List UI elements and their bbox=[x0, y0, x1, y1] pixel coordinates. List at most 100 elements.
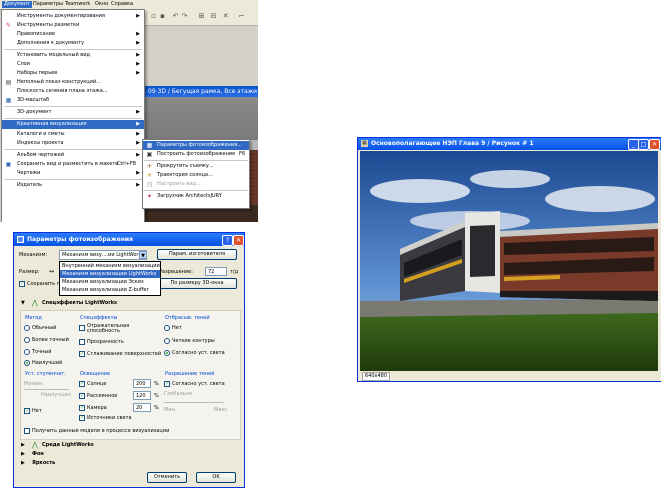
toolbar: ▫ ▪ ↶ ↷ ⊞ ⊟ ✕ ⌐ bbox=[142, 9, 258, 26]
submenu-item-sun-path[interactable]: ☀ Траектория солнца... bbox=[143, 171, 249, 180]
shadow-res-title: Разрешение теней bbox=[164, 371, 216, 377]
dialog-title: Параметры фотоизображения bbox=[27, 236, 133, 243]
shadow-radio-selected[interactable] bbox=[164, 350, 170, 356]
ok-button[interactable]: OK bbox=[196, 472, 236, 483]
engine-dropdown-list: Внутренний механизм визуализации Механиз… bbox=[59, 261, 161, 296]
save-checkbox[interactable]: ✓ bbox=[19, 281, 25, 287]
resolution-input[interactable]: 72 bbox=[205, 267, 227, 276]
menu-item-project-indexes[interactable]: Индексы проекта ▶ bbox=[2, 139, 144, 148]
shadow-option-label: Нет bbox=[172, 325, 182, 331]
shadow-res-slider-track[interactable] bbox=[164, 402, 224, 403]
menu-item-3d-scale[interactable]: ▦ 3D-масштаб bbox=[2, 96, 144, 105]
expand-triangle-icon[interactable]: ▶ bbox=[21, 451, 25, 457]
menu-item-section-plane[interactable]: Плоскость сечения плана этажа... bbox=[2, 87, 144, 96]
menu-document[interactable]: Документ bbox=[2, 1, 32, 8]
menu-item-drawings[interactable]: Чертежи ▶ bbox=[2, 169, 144, 178]
engine-option[interactable]: Механизм визуализации Z-buffer bbox=[60, 286, 160, 294]
ambient-checkbox[interactable]: ✓ bbox=[79, 393, 85, 399]
copy-icon[interactable]: ▫ bbox=[150, 13, 157, 20]
grid-icon[interactable]: ⊞ bbox=[198, 13, 205, 20]
expand-triangle-icon[interactable]: ▶ bbox=[21, 442, 25, 448]
shadow-res-global-label: Глобально bbox=[164, 391, 192, 397]
shadow-res-checkbox[interactable]: ✓ bbox=[164, 381, 170, 387]
engine-select[interactable]: Механизм визу....ии LightWorks bbox=[59, 250, 147, 260]
tool-icon[interactable]: ⌐ bbox=[238, 13, 245, 20]
method-radio[interactable] bbox=[24, 325, 30, 331]
close-view-icon[interactable]: ✕ bbox=[222, 13, 229, 20]
menu-item-creative-visualization[interactable]: Креативная визуализация ▶ bbox=[2, 120, 144, 129]
transparency-checkbox[interactable] bbox=[79, 339, 85, 345]
light-sources-checkbox[interactable]: ✓ bbox=[79, 415, 85, 421]
close-icon[interactable]: ✕ bbox=[233, 235, 244, 246]
sun-input[interactable]: 200 bbox=[133, 379, 151, 388]
engine-option[interactable]: Механизм визуализации Эскиз bbox=[60, 278, 160, 286]
antialias-none-checkbox[interactable]: ✓ bbox=[24, 408, 30, 414]
background-header[interactable]: Фон bbox=[32, 451, 44, 457]
cancel-button[interactable]: Отменить bbox=[147, 472, 187, 483]
close-icon[interactable]: ✕ bbox=[649, 139, 660, 150]
snap-icon[interactable]: ⊟ bbox=[210, 13, 217, 20]
render-window-title-bar[interactable]: ▦ Основополагающее НЭП Глава 9 / Рисунок… bbox=[358, 138, 661, 150]
effects-header[interactable]: Спецэффекты LightWorks bbox=[42, 300, 117, 306]
percent-label: % bbox=[154, 381, 159, 387]
menu-item-model-view[interactable]: Установить модельный вид ▶ bbox=[2, 51, 144, 60]
collapse-triangle-icon[interactable]: ▼ bbox=[21, 300, 25, 306]
menu-item-pen-sets[interactable]: Наборы перьев ▶ bbox=[2, 69, 144, 78]
dialog-title-bar[interactable]: ▦ Параметры фотоизображения ? ✕ bbox=[14, 233, 244, 246]
menu-item-spelling[interactable]: Правописание ▶ bbox=[2, 30, 144, 39]
submenu-item-build-photo[interactable]: ▣ Построить фотоизображение F6 bbox=[143, 150, 249, 159]
submenu-item-fly-through[interactable]: ✈ Прокрутить съемку... bbox=[143, 162, 249, 171]
brightness-header[interactable]: Яркость bbox=[32, 460, 55, 466]
smoothing-checkbox[interactable]: ✓ bbox=[79, 351, 85, 357]
sun-checkbox[interactable]: ✓ bbox=[79, 381, 85, 387]
ambient-input[interactable]: 120 bbox=[133, 391, 151, 400]
shadow-radio[interactable] bbox=[164, 338, 170, 344]
chevron-down-icon[interactable]: ▼ bbox=[139, 251, 147, 259]
shadow-res-min-label: Мин. bbox=[164, 407, 177, 413]
obtain-data-checkbox[interactable] bbox=[24, 428, 30, 434]
menu-window[interactable]: Окно bbox=[93, 1, 110, 8]
undo-icon[interactable]: ↶ bbox=[172, 13, 179, 20]
engine-option[interactable]: Внутренний механизм визуализации bbox=[60, 262, 160, 270]
menu-item-layers[interactable]: Слои ▶ bbox=[2, 60, 144, 69]
submenu-item-architectsjury[interactable]: ✦ Загрузчик ArchitectsJURY bbox=[143, 192, 249, 201]
camera-checkbox[interactable]: ✓ bbox=[79, 405, 85, 411]
submenu-item-setup-view[interactable]: ◳ Настроить вид... bbox=[143, 180, 249, 189]
camera-input[interactable]: 20 bbox=[133, 403, 151, 412]
menu-item-3d-document[interactable]: 3D-документ ▶ bbox=[2, 108, 144, 117]
render-window-title: Основополагающее НЭП Глава 9 / Рисунок #… bbox=[371, 140, 534, 147]
reflection-checkbox[interactable] bbox=[79, 325, 85, 331]
menu-item-save-view[interactable]: ▣ Сохранить вид и разместить в макете Ctrl… bbox=[2, 160, 144, 169]
expand-triangle-icon[interactable]: ▶ bbox=[21, 460, 25, 466]
antialias-slider-track[interactable] bbox=[24, 389, 69, 390]
menu-item-catalogs[interactable]: Каталоги и сметы ▶ bbox=[2, 130, 144, 139]
maximize-icon[interactable]: □ bbox=[638, 139, 649, 150]
help-icon[interactable]: ? bbox=[222, 235, 233, 246]
width-arrows-icon: ↔ bbox=[49, 268, 55, 275]
shadow-res-max-label: Макс. bbox=[214, 407, 229, 413]
redo-icon[interactable]: ↷ bbox=[181, 13, 188, 20]
menu-teamwork[interactable]: Teamwork bbox=[63, 1, 92, 8]
menu-parameters[interactable]: Параметры bbox=[31, 1, 65, 8]
menu-item-markup-tools[interactable]: ✎ Инструменты разметки bbox=[2, 21, 144, 30]
method-radio-selected[interactable] bbox=[24, 360, 30, 366]
menu-item-doc-tools[interactable]: Инструменты документирования ▶ bbox=[2, 12, 144, 21]
menu-item-doc-extras[interactable]: Дополнения к документу ▶ bbox=[2, 39, 144, 48]
menu-help[interactable]: Справка bbox=[109, 1, 135, 8]
method-radio[interactable] bbox=[24, 337, 30, 343]
environment-header[interactable]: Среда LightWorks bbox=[42, 442, 94, 448]
menu-item-partial-structure[interactable]: ▤ Неполный показ конструкций... bbox=[2, 78, 144, 87]
cloud bbox=[545, 186, 655, 212]
menu-item-drawing-album[interactable]: Альбом чертежей ▶ bbox=[2, 151, 144, 160]
paste-icon[interactable]: ▪ bbox=[159, 13, 166, 20]
method-radio[interactable] bbox=[24, 349, 30, 355]
tower-windows bbox=[470, 225, 495, 277]
shadow-radio[interactable] bbox=[164, 325, 170, 331]
manufacturer-params-button[interactable]: Парам. изготовителя bbox=[157, 249, 237, 260]
menu-item-publisher[interactable]: Издатель ▶ bbox=[2, 181, 144, 190]
obtain-data-label: Получить данные модели в процессе визуал… bbox=[32, 428, 170, 434]
submenu-item-photo-settings[interactable]: ▦ Параметры фотоизображения... bbox=[143, 141, 249, 150]
engine-option[interactable]: Механизм визуализации LightWorks bbox=[60, 270, 160, 278]
shadow-option-label: Четкие контуры bbox=[172, 338, 215, 344]
fit-3d-window-button[interactable]: По размеру 3D-окна bbox=[157, 278, 237, 289]
